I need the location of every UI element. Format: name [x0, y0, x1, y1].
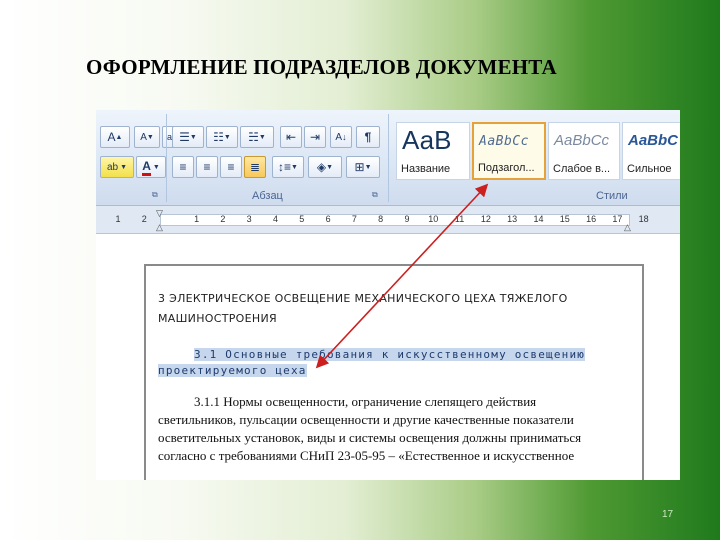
- slide-title: ОФОРМЛЕНИЕ ПОДРАЗДЕЛОВ ДОКУМЕНТА: [86, 55, 557, 79]
- arrow-line: [315, 183, 489, 369]
- word-screenshot: A ▲ A ▼ ab ▼ A ▼ ⧉ ☰ ▼ ☷ ▼ ☵ ▼ ⇤ ⇥ A ↓ ¶…: [96, 110, 680, 480]
- annotation-arrow: [315, 183, 489, 369]
- slide-page-number: 17: [662, 509, 674, 520]
